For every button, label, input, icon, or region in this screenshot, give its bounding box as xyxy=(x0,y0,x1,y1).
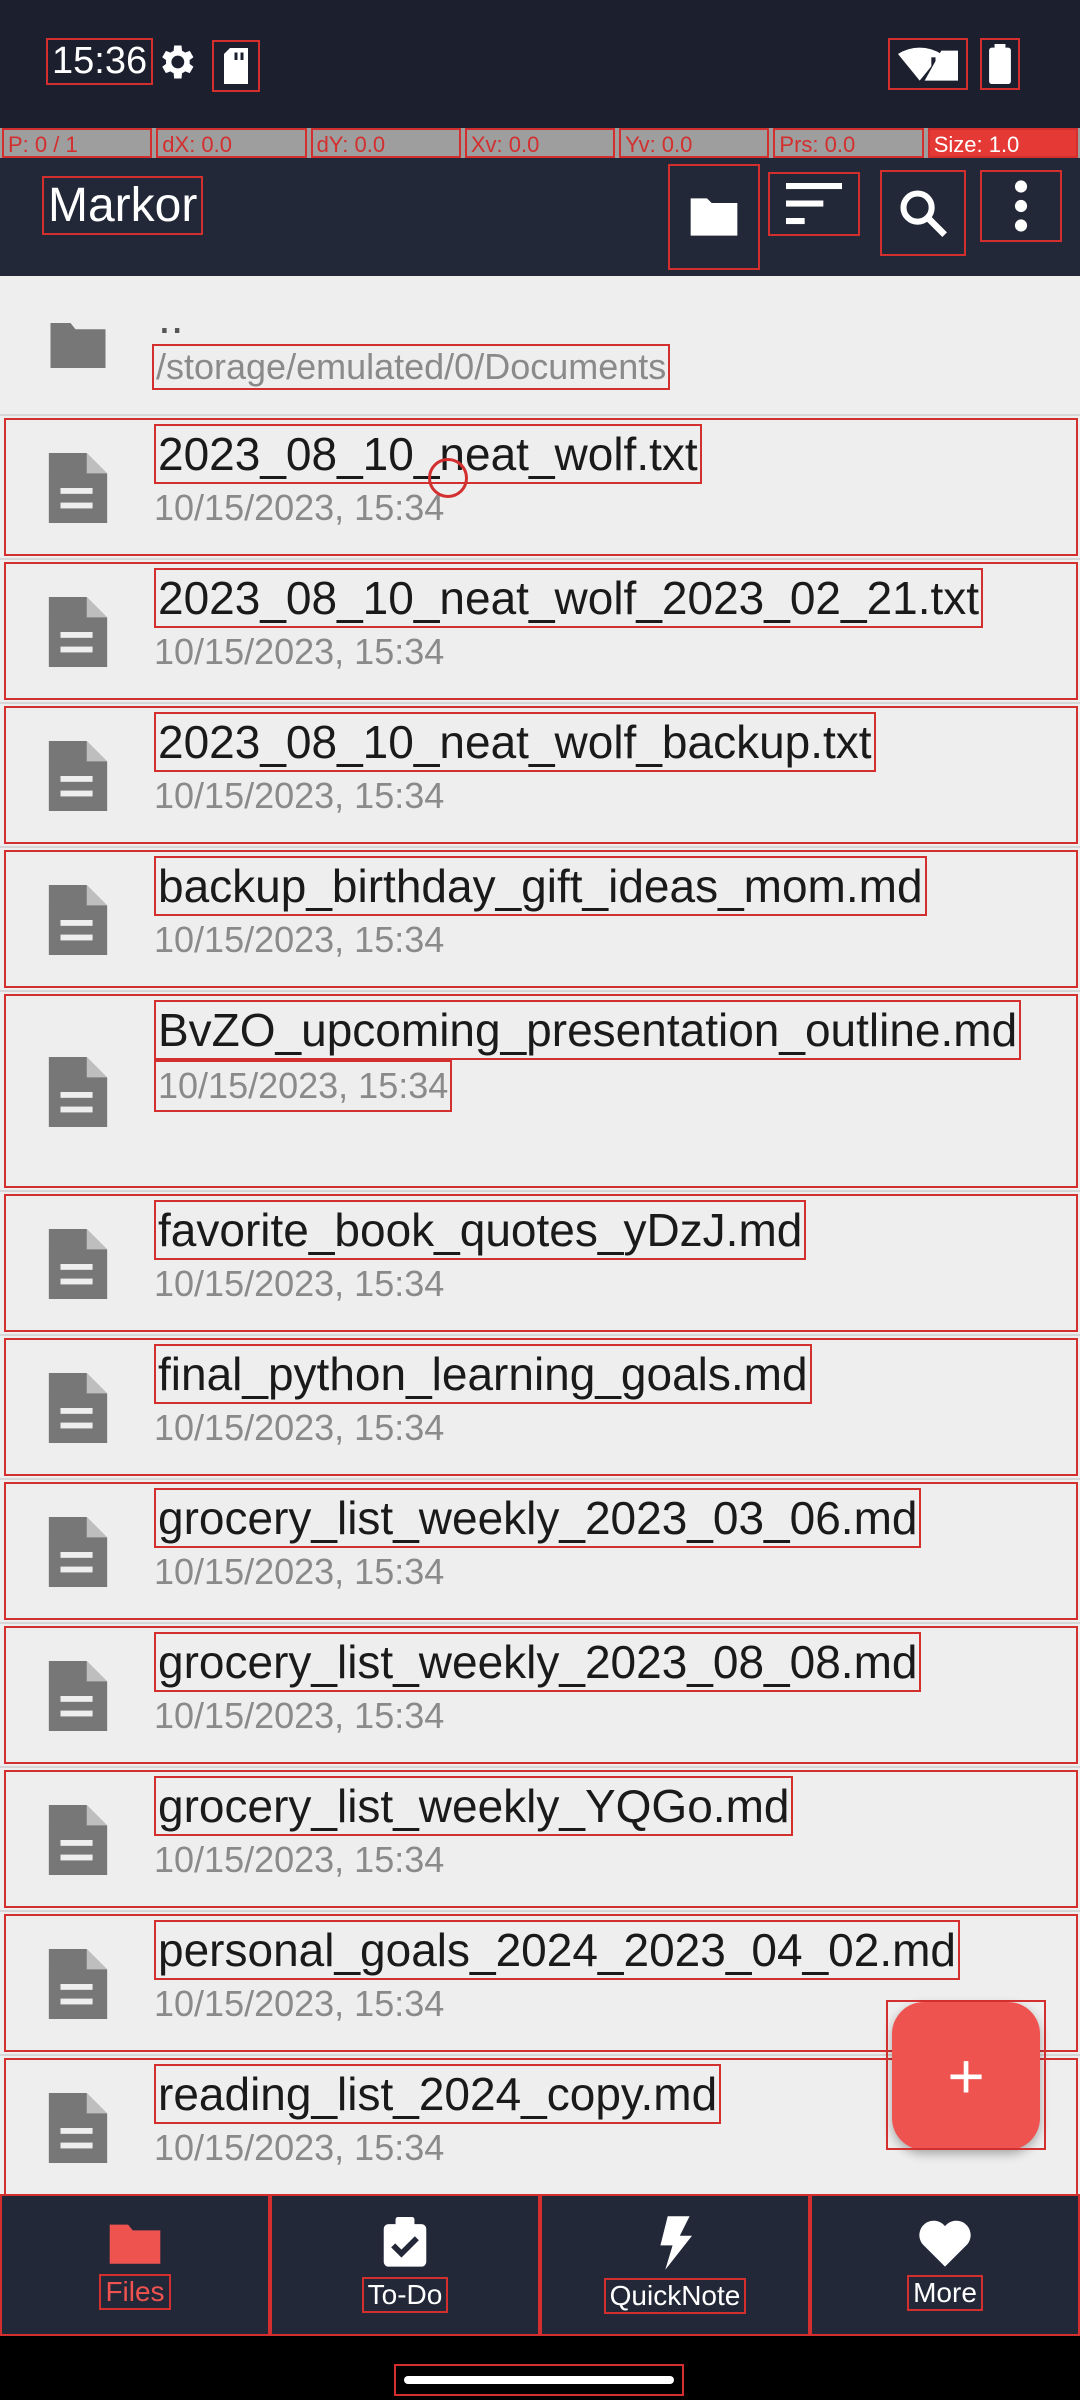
file-date: 10/15/2023, 15:34 xyxy=(154,1263,445,1304)
file-icon xyxy=(48,453,108,523)
file-name: 2023_08_10_neat_wolf_2023_02_21.txt xyxy=(154,568,984,628)
file-list: .. /storage/emulated/0/Documents 2023_08… xyxy=(0,276,1080,2194)
file-icon xyxy=(48,1805,108,1875)
checklist-icon xyxy=(383,2217,427,2267)
battery-icon xyxy=(980,38,1020,90)
gear-icon xyxy=(162,45,194,79)
touch-indicator xyxy=(428,458,468,498)
app-title: Markor xyxy=(42,176,204,235)
debug-xv: Xv: 0.0 xyxy=(464,128,616,158)
file-name: favorite_book_quotes_yDzJ.md xyxy=(154,1200,807,1260)
nav-more-label: More xyxy=(907,2275,983,2311)
file-row[interactable]: BvZO_upcoming_presentation_outline.md 10/… xyxy=(0,992,1080,1192)
folder-icon xyxy=(109,2224,161,2264)
nav-todo[interactable]: To-Do xyxy=(270,2194,540,2336)
file-name: backup_birthday_gift_ideas_mom.md xyxy=(154,856,927,916)
file-row[interactable]: 2023_08_10_neat_wolf_2023_02_21.txt 10/15… xyxy=(0,560,1080,704)
debug-size: Size: 1.0 xyxy=(927,128,1078,158)
file-name: BvZO_upcoming_presentation_outline.md xyxy=(154,1000,1022,1060)
app-bar: Markor xyxy=(0,158,1080,276)
folder-button[interactable] xyxy=(668,164,760,270)
file-name: reading_list_2024_copy.md xyxy=(154,2064,722,2124)
file-row[interactable]: grocery_list_weekly_2023_03_06.md 10/15/2… xyxy=(0,1480,1080,1624)
parent-folder-path: /storage/emulated/0/Documents xyxy=(152,344,671,390)
debug-dy: dY: 0.0 xyxy=(310,128,461,158)
file-date: 10/15/2023, 15:34 xyxy=(154,1839,445,1880)
nav-quicknote[interactable]: QuickNote xyxy=(540,2194,810,2336)
search-button[interactable] xyxy=(880,170,966,256)
debug-pointer: P: 0 / 1 xyxy=(2,128,153,158)
status-bar: 15:36 xyxy=(0,0,1080,128)
file-icon xyxy=(48,1373,108,1443)
sort-icon xyxy=(786,183,842,225)
file-date: 10/15/2023, 15:34 xyxy=(154,2127,445,2168)
bottom-navigation: Files To-Do QuickNote More xyxy=(0,2194,1080,2336)
file-date: 10/15/2023, 15:34 xyxy=(154,1060,453,1112)
file-row[interactable]: 2023_08_10_neat_wolf.txt 10/15/2023, 15:3… xyxy=(0,416,1080,560)
file-row[interactable]: grocery_list_weekly_2023_08_08.md 10/15/2… xyxy=(0,1624,1080,1768)
file-icon xyxy=(48,597,108,667)
file-date: 10/15/2023, 15:34 xyxy=(154,1407,445,1448)
parent-folder-row[interactable]: .. /storage/emulated/0/Documents xyxy=(0,276,1080,416)
file-icon xyxy=(48,1661,108,1731)
debug-yv: Yv: 0.0 xyxy=(619,128,770,158)
file-date: 10/15/2023, 15:34 xyxy=(154,1551,445,1592)
file-date: 10/15/2023, 15:34 xyxy=(154,1695,445,1736)
sort-button[interactable] xyxy=(768,172,860,236)
file-name: 2023_08_10_neat_wolf_backup.txt xyxy=(154,712,876,772)
folder-icon xyxy=(690,198,738,236)
heart-icon xyxy=(919,2220,971,2267)
nav-files-label: Files xyxy=(99,2274,171,2310)
file-name: personal_goals_2024_2023_04_02.md xyxy=(154,1920,961,1980)
debug-dx: dX: 0.0 xyxy=(156,128,307,158)
more-options-button[interactable] xyxy=(980,170,1062,242)
file-icon xyxy=(48,2093,108,2163)
home-handle[interactable] xyxy=(394,2364,684,2396)
folder-icon xyxy=(50,323,106,368)
file-row[interactable]: 2023_08_10_neat_wolf_backup.txt 10/15/202… xyxy=(0,704,1080,848)
status-time: 15:36 xyxy=(46,38,154,85)
file-name: grocery_list_weekly_2023_08_08.md xyxy=(154,1632,922,1692)
nav-todo-label: To-Do xyxy=(361,2277,449,2313)
file-icon xyxy=(48,1949,108,2019)
file-name: grocery_list_weekly_YQGo.md xyxy=(154,1776,794,1836)
bolt-icon xyxy=(660,2216,692,2270)
file-icon xyxy=(48,1057,108,1127)
parent-folder-name: .. xyxy=(158,291,184,343)
file-row[interactable]: favorite_book_quotes_yDzJ.md 10/15/2023, … xyxy=(0,1192,1080,1336)
file-date: 10/15/2023, 15:34 xyxy=(154,631,445,672)
nav-quicknote-label: QuickNote xyxy=(603,2278,747,2314)
sd-card-icon xyxy=(212,40,260,92)
file-row[interactable]: backup_birthday_gift_ideas_mom.md 10/15/2… xyxy=(0,848,1080,992)
wifi-icon xyxy=(888,38,968,90)
nav-files[interactable]: Files xyxy=(0,2194,270,2336)
plus-icon: + xyxy=(947,2040,985,2112)
file-icon xyxy=(48,1229,108,1299)
file-name: final_python_learning_goals.md xyxy=(154,1344,812,1404)
add-file-button[interactable]: + xyxy=(892,2002,1040,2150)
search-icon xyxy=(900,190,947,237)
file-icon xyxy=(48,1517,108,1587)
file-date: 10/15/2023, 15:34 xyxy=(154,919,445,960)
file-date: 10/15/2023, 15:34 xyxy=(154,775,445,816)
file-date: 10/15/2023, 15:34 xyxy=(154,487,445,528)
gesture-bar xyxy=(0,2336,1080,2400)
file-row[interactable]: grocery_list_weekly_YQGo.md 10/15/2023, 1… xyxy=(0,1768,1080,1912)
pointer-debug-bar: P: 0 / 1 dX: 0.0 dY: 0.0 Xv: 0.0 Yv: 0.0… xyxy=(0,128,1080,158)
file-icon xyxy=(48,741,108,811)
file-icon xyxy=(48,885,108,955)
file-name: grocery_list_weekly_2023_03_06.md xyxy=(154,1488,922,1548)
debug-prs: Prs: 0.0 xyxy=(773,128,924,158)
file-row[interactable]: final_python_learning_goals.md 10/15/2023… xyxy=(0,1336,1080,1480)
nav-more[interactable]: More xyxy=(810,2194,1080,2336)
file-date: 10/15/2023, 15:34 xyxy=(154,1983,445,2024)
more-vert-icon xyxy=(1014,180,1028,232)
